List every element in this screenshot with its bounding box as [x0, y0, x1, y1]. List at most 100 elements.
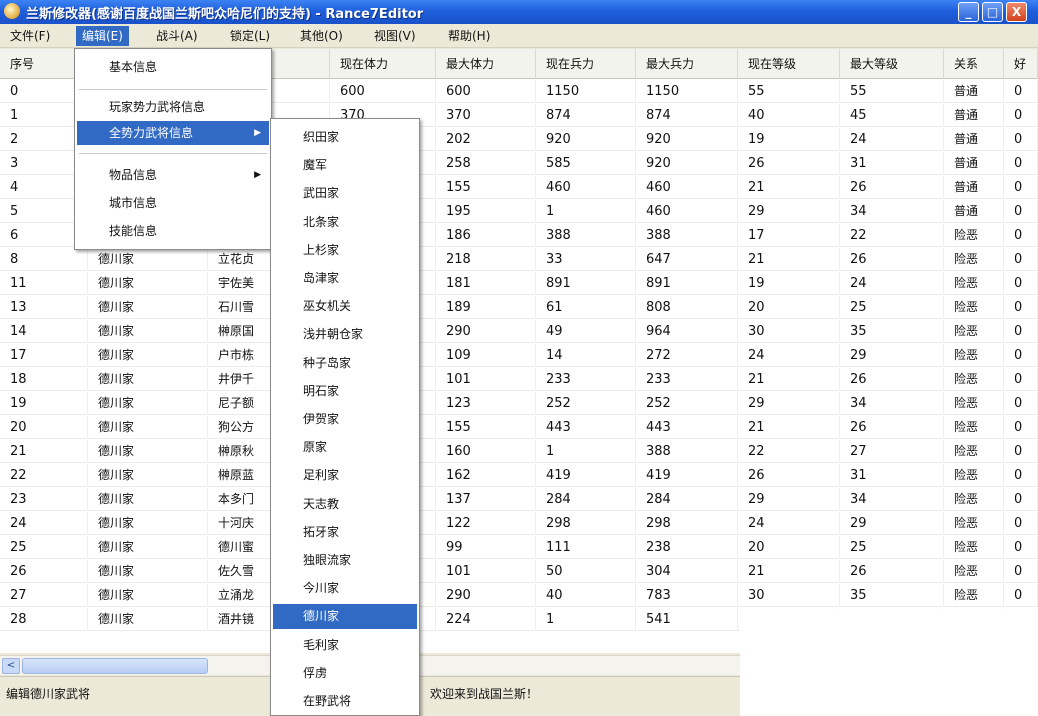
submenu-item[interactable]: 毛利家	[273, 633, 417, 658]
table-row[interactable]: 26 德川家 佐久雪 101 50 304 21 26 险恶 0	[0, 560, 1038, 583]
table-cell: 40	[536, 584, 636, 607]
column-header[interactable]: 最大兵力	[636, 49, 738, 79]
table-cell: 891	[636, 272, 738, 295]
submenu-item[interactable]: 在野武将	[273, 689, 417, 714]
submenu-item[interactable]: 德川家	[273, 604, 417, 630]
table-cell: 137	[436, 488, 536, 511]
table-cell: 德川家	[88, 488, 208, 511]
table-cell: 874	[636, 104, 738, 127]
table-row[interactable]: 19 德川家 尼子额 123 252 252 29 34 险恶 0	[0, 392, 1038, 415]
table-cell: 21	[738, 176, 840, 199]
column-header[interactable]: 现在兵力	[536, 49, 636, 79]
table-cell: 155	[436, 176, 536, 199]
table-cell: 13	[0, 296, 88, 319]
submenu-item[interactable]: 上杉家	[273, 238, 417, 263]
submenu-item[interactable]: 岛津家	[273, 266, 417, 291]
table-cell: 155	[436, 416, 536, 439]
maximize-button[interactable]: □	[982, 2, 1003, 22]
table-row[interactable]: 23 德川家 本多门 137 284 284 29 34 险恶 0	[0, 488, 1038, 511]
menu-item-city-info[interactable]: 城市信息	[77, 191, 269, 215]
table-cell: 284	[636, 488, 738, 511]
submenu-item[interactable]: 种子岛家	[273, 351, 417, 376]
menu-lock[interactable]: 锁定(L)	[224, 26, 276, 46]
submenu-item[interactable]: 魔军	[273, 153, 417, 178]
menu-other[interactable]: 其他(O)	[294, 26, 349, 46]
table-cell: 18	[0, 368, 88, 391]
submenu-item[interactable]: 武田家	[273, 181, 417, 206]
table-cell: 险恶	[944, 248, 1004, 271]
table-row[interactable]: 8 德川家 立花贞 218 33 647 21 26 险恶 0	[0, 248, 1038, 271]
submenu-item[interactable]: 浅井朝仓家	[273, 322, 417, 347]
submenu-item[interactable]: 北条家	[273, 210, 417, 235]
menu-help[interactable]: 帮助(H)	[442, 26, 496, 46]
menu-edit[interactable]: 编辑(E)	[76, 26, 129, 46]
menu-item-label: 技能信息	[109, 224, 158, 238]
table-cell: 德川家	[88, 464, 208, 487]
submenu-item[interactable]: 巫女机关	[273, 294, 417, 319]
table-cell: 233	[636, 368, 738, 391]
menu-item-all-generals[interactable]: 全势力武将信息 ▶	[77, 121, 269, 145]
table-cell: 252	[636, 392, 738, 415]
column-header[interactable]: 最大体力	[436, 49, 536, 79]
column-header[interactable]: 最大等级	[840, 49, 944, 79]
status-text-right: 欢迎来到战国兰斯！	[430, 687, 539, 701]
table-row[interactable]: 21 德川家 榊原秋 160 1 388 22 27 险恶 0	[0, 440, 1038, 463]
table-row[interactable]: 17 德川家 户市栋 109 14 272 24 29 险恶 0	[0, 344, 1038, 367]
menu-file[interactable]: 文件(F)	[4, 26, 56, 46]
table-cell: 21	[738, 560, 840, 583]
submenu-item[interactable]: 天志教	[273, 492, 417, 517]
submenu-item[interactable]: 拓牙家	[273, 520, 417, 545]
table-cell: 460	[636, 200, 738, 223]
submenu-item[interactable]: 织田家	[273, 125, 417, 150]
table-cell: 德川家	[88, 536, 208, 559]
table-cell: 0	[1004, 200, 1038, 223]
table-cell: 600	[436, 80, 536, 103]
scroll-thumb[interactable]	[22, 658, 208, 674]
menu-item-items-info[interactable]: 物品信息 ▶	[77, 163, 269, 187]
column-header[interactable]: 关系	[944, 49, 1004, 79]
table-row[interactable]: 14 德川家 榊原国 290 49 964 30 35 险恶 0	[0, 320, 1038, 343]
column-header[interactable]: 好	[1004, 49, 1038, 79]
column-header[interactable]: 现在等级	[738, 49, 840, 79]
column-header[interactable]: 现在体力	[330, 49, 436, 79]
table-cell: 258	[436, 152, 536, 175]
table-cell: 49	[536, 320, 636, 343]
menu-item-basic-info[interactable]: 基本信息	[77, 55, 269, 79]
submenu-item[interactable]: 原家	[273, 435, 417, 460]
menu-item-player-generals[interactable]: 玩家势力武将信息	[77, 95, 269, 119]
minimize-button[interactable]: _	[958, 2, 979, 22]
submenu-item[interactable]: 足利家	[273, 463, 417, 488]
table-cell: 0	[1004, 440, 1038, 463]
table-row[interactable]: 18 德川家 井伊千 101 233 233 21 26 险恶 0	[0, 368, 1038, 391]
table-cell: 14	[0, 320, 88, 343]
submenu-item[interactable]: 明石家	[273, 379, 417, 404]
table-cell: 101	[436, 560, 536, 583]
table-row[interactable]: 27 德川家 立涌龙 290 40 783 30 35 险恶 0	[0, 584, 1038, 607]
table-cell: 17	[738, 224, 840, 247]
table-cell: 1150	[536, 80, 636, 103]
table-row[interactable]: 11 德川家 宇佐美 181 891 891 19 24 险恶 0	[0, 272, 1038, 295]
submenu-item[interactable]: 今川家	[273, 576, 417, 601]
submenu-item[interactable]: 独眼流家	[273, 548, 417, 573]
table-cell: 1	[536, 440, 636, 463]
scroll-left-icon[interactable]: <	[2, 658, 20, 674]
menu-item-skill-info[interactable]: 技能信息	[77, 219, 269, 243]
table-row[interactable]: 20 德川家 狗公方 155 443 443 21 26 险恶 0	[0, 416, 1038, 439]
table-cell: 25	[840, 296, 944, 319]
table-cell: 195	[436, 200, 536, 223]
window-title: 兰斯修改器(感谢百度战国兰斯吧众哈尼们的支持) - Rance7Editor	[26, 7, 424, 22]
table-row[interactable]: 22 德川家 榊原蓝 162 419 419 26 31 险恶 0	[0, 464, 1038, 487]
menu-battle[interactable]: 战斗(A)	[150, 26, 204, 46]
title-bar[interactable]: 兰斯修改器(感谢百度战国兰斯吧众哈尼们的支持) - Rance7Editor _…	[0, 0, 1038, 24]
close-button[interactable]: X	[1006, 2, 1027, 22]
table-cell: 0	[1004, 104, 1038, 127]
menu-view[interactable]: 视图(V)	[368, 26, 422, 46]
table-row[interactable]: 25 德川家 德川蜜 99 111 238 20 25 险恶 0	[0, 536, 1038, 559]
table-row[interactable]: 13 德川家 石川雪 189 61 808 20 25 险恶 0	[0, 296, 1038, 319]
submenu-item[interactable]: 俘虏	[273, 661, 417, 686]
table-row[interactable]: 24 德川家 十河庆 122 298 298 24 29 险恶 0	[0, 512, 1038, 535]
table-cell: 272	[636, 344, 738, 367]
table-cell: 30	[738, 584, 840, 607]
table-cell: 218	[436, 248, 536, 271]
submenu-item[interactable]: 伊贺家	[273, 407, 417, 432]
